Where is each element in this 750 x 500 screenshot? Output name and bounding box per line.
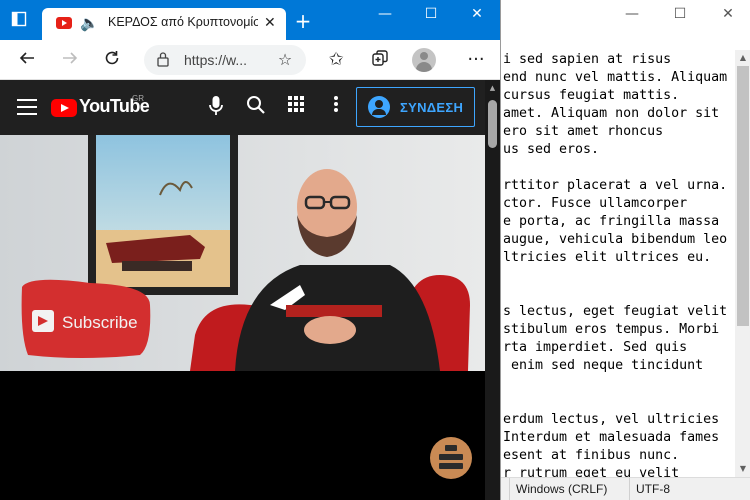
- url-text[interactable]: https://w...: [184, 51, 247, 69]
- more-vertical-icon[interactable]: [324, 95, 348, 119]
- back-arrow-icon[interactable]: [16, 49, 38, 71]
- notepad-status-bar: Windows (CRLF) UTF-8: [501, 477, 750, 500]
- text-line: erdum lectus, vel ultricies: [503, 412, 720, 427]
- video-frame-image: Subscribe: [0, 135, 485, 371]
- subscribe-pillow-text: Subscribe: [62, 313, 138, 332]
- forward-arrow-icon[interactable]: [59, 49, 81, 71]
- notepad-window: — ☐ ✕ i sed sapien at risus end nunc vel…: [500, 0, 750, 500]
- scroll-up-arrow-icon[interactable]: ▲: [485, 84, 500, 94]
- add-favorite-star-icon[interactable]: ☆: [274, 49, 296, 71]
- refresh-icon[interactable]: [101, 49, 123, 71]
- minimize-button[interactable]: —: [362, 0, 408, 30]
- text-line: ero sit amet rhoncus: [503, 124, 664, 139]
- text-line: ctor. Fusce ullamcorper: [503, 196, 688, 211]
- apps-grid-icon[interactable]: [284, 95, 308, 119]
- text-line: us sed eros.: [503, 142, 600, 157]
- text-line: e porta, ac fringilla massa: [503, 214, 720, 229]
- youtube-header: YouTube GR ΣΥΝΔΕΣΗ: [0, 80, 485, 135]
- youtube-logo-icon[interactable]: [51, 99, 77, 117]
- tab-actions-menu-icon[interactable]: [8, 11, 30, 31]
- tab-youtube-video[interactable]: 🔈 ΚΕΡΔΟΣ από Κρυπτονομίσματα ✕: [42, 8, 286, 40]
- text-line: i sed sapien at risus: [503, 52, 672, 67]
- channel-logo-icon[interactable]: [430, 437, 472, 479]
- account-circle-icon: [368, 96, 390, 118]
- text-line: rttitor placerat a vel urna.: [503, 178, 728, 193]
- close-button[interactable]: ✕: [705, 0, 750, 30]
- speaker-icon[interactable]: 🔈: [80, 13, 99, 33]
- text-line: enim sed neque tincidunt: [503, 358, 704, 373]
- text-line: rta imperdiet. Sed quis: [503, 340, 688, 355]
- scroll-down-arrow-icon[interactable]: ▼: [735, 461, 750, 477]
- microphone-icon[interactable]: [204, 95, 228, 119]
- line-ending-status: Windows (CRLF): [509, 478, 627, 500]
- text-line: augue, vehicula bibendum leo: [503, 232, 728, 247]
- menu-hamburger-icon[interactable]: [17, 99, 37, 115]
- new-tab-button[interactable]: +: [292, 10, 314, 32]
- minimize-button[interactable]: —: [609, 0, 655, 30]
- text-line: cursus feugiat mattis.: [503, 88, 680, 103]
- address-bar[interactable]: https://w... ☆: [144, 45, 306, 75]
- favorites-icon[interactable]: ✩: [325, 49, 347, 71]
- collections-icon[interactable]: [369, 49, 391, 71]
- text-line: r rutrum eget eu velit: [503, 466, 680, 477]
- profile-avatar[interactable]: [412, 48, 436, 72]
- youtube-favicon-icon: [56, 17, 72, 29]
- text-line: s lectus, eget feugiat velit: [503, 304, 728, 319]
- tab-strip: 🔈 ΚΕΡΔΟΣ από Κρυπτονομίσματα ✕ + — ☐ ✕: [0, 0, 500, 40]
- close-button[interactable]: ✕: [454, 0, 500, 30]
- text-line: Interdum et malesuada fames: [503, 430, 720, 445]
- page-content-area: [0, 371, 485, 500]
- scrollbar-thumb[interactable]: [488, 100, 497, 148]
- page-vertical-scrollbar[interactable]: ▲: [485, 80, 500, 500]
- text-line: stibulum eros tempus. Morbi: [503, 322, 720, 337]
- scrollbar-thumb[interactable]: [737, 66, 749, 326]
- text-line: ltricies elit ultrices eu.: [503, 250, 712, 265]
- notepad-menubar: [501, 30, 750, 50]
- maximize-button[interactable]: ☐: [657, 0, 703, 30]
- maximize-button[interactable]: ☐: [408, 0, 454, 30]
- search-icon[interactable]: [244, 95, 268, 119]
- text-line: end nunc vel mattis. Aliquam: [503, 70, 728, 85]
- encoding-status: UTF-8: [629, 478, 749, 500]
- text-line: amet. Aliquam non dolor sit: [503, 106, 720, 121]
- edge-browser-window: 🔈 ΚΕΡΔΟΣ από Κρυπτονομίσματα ✕ + — ☐ ✕ h…: [0, 0, 500, 500]
- text-line: esent at finibus nunc.: [503, 448, 680, 463]
- sign-in-label: ΣΥΝΔΕΣΗ: [400, 100, 464, 115]
- notepad-text-area[interactable]: i sed sapien at risus end nunc vel matti…: [501, 50, 735, 477]
- notepad-vertical-scrollbar[interactable]: ▲ ▼: [735, 50, 750, 477]
- region-code: GR: [132, 94, 144, 103]
- scroll-up-arrow-icon[interactable]: ▲: [735, 50, 750, 66]
- video-player[interactable]: Subscribe: [0, 135, 485, 371]
- notepad-titlebar[interactable]: — ☐ ✕: [501, 0, 750, 30]
- sign-in-button[interactable]: ΣΥΝΔΕΣΗ: [356, 87, 475, 127]
- more-options-icon[interactable]: ···: [465, 49, 487, 71]
- tab-title: ΚΕΡΔΟΣ από Κρυπτονομίσματα: [108, 15, 258, 29]
- tab-close-icon[interactable]: ✕: [264, 13, 276, 33]
- browser-toolbar: https://w... ☆ ✩ ···: [0, 40, 500, 80]
- lock-icon[interactable]: [154, 51, 172, 69]
